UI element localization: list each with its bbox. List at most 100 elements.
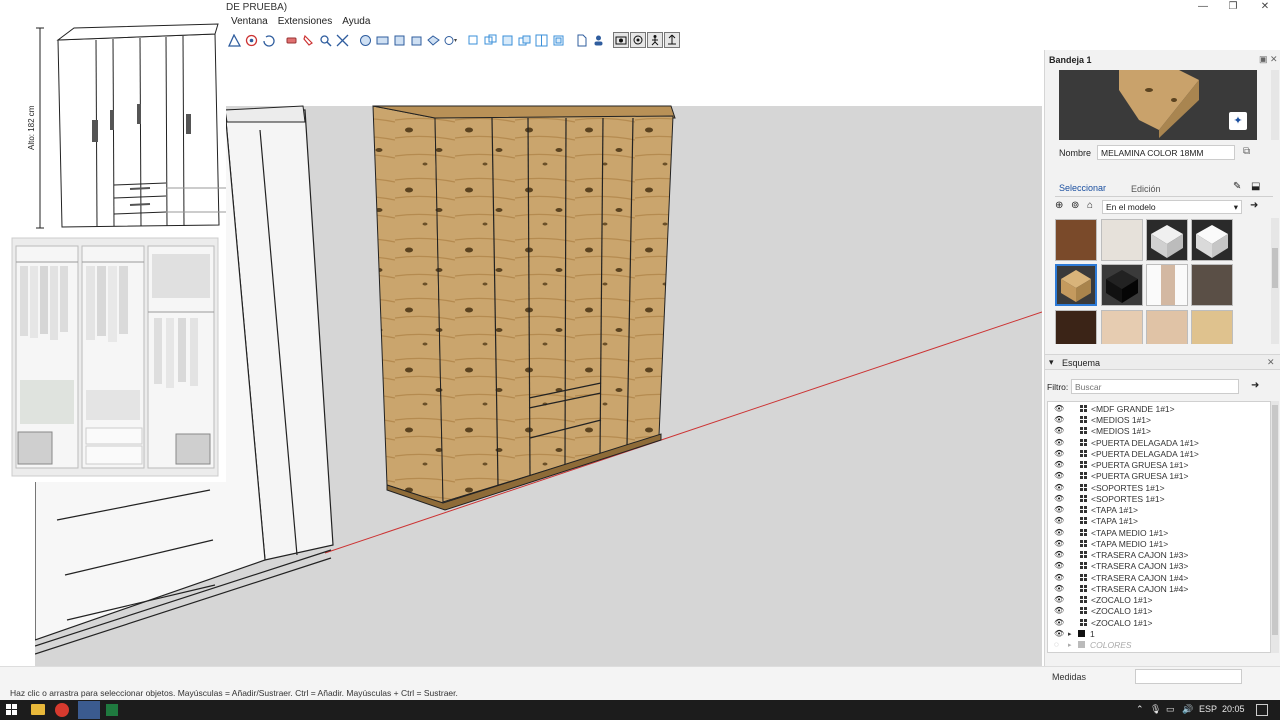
swatch-beige-strip[interactable] (1146, 264, 1188, 306)
collapse-icon[interactable]: ▾ (1049, 357, 1054, 368)
swatch-dark-wood[interactable] (1055, 310, 1097, 344)
tree-item[interactable]: 👁 <TRASERA CAJON 1#4> (1048, 572, 1268, 583)
tree-item[interactable]: 👁 <MEDIOS 1#1> (1048, 425, 1268, 436)
eraser-tool-icon[interactable] (283, 32, 299, 48)
outliner-details-icon[interactable]: ➜ (1251, 380, 1259, 391)
position-camera-icon[interactable] (664, 32, 680, 48)
tree-group[interactable]: 👁 ▸ 1 (1048, 628, 1268, 639)
view-iso-icon[interactable] (357, 32, 373, 48)
zoom-tool-icon[interactable] (317, 32, 333, 48)
minimize-button[interactable]: — (1188, 0, 1218, 15)
visibility-icon[interactable]: 👁 (1054, 539, 1064, 548)
visibility-icon[interactable]: 👁 (1054, 415, 1064, 424)
tree-item[interactable]: 👁 <ZOCALO 1#1> (1048, 594, 1268, 605)
tray-chevron-icon[interactable]: ⌃ (1136, 704, 1144, 715)
outliner-header[interactable]: ▾ Esquema ✕ (1045, 354, 1280, 370)
swatch-walnut[interactable] (1055, 219, 1097, 261)
visibility-icon[interactable]: 👁 (1054, 426, 1064, 435)
visibility-icon[interactable]: 👁 (1054, 505, 1064, 514)
tree-item[interactable]: 👁 <TRASERA CAJON 1#3> (1048, 560, 1268, 571)
browser-icon[interactable] (55, 703, 69, 717)
tab-edit[interactable]: Edición (1131, 184, 1161, 194)
visibility-icon[interactable]: 👁 (1054, 584, 1064, 593)
expand-arrow-icon[interactable]: ▸ (1068, 641, 1076, 649)
swatch-birch[interactable] (1146, 310, 1188, 344)
visibility-icon[interactable]: 👁 (1054, 449, 1064, 458)
axes-tool-icon[interactable] (226, 32, 242, 48)
view-top-icon[interactable] (374, 32, 390, 48)
section-layers-icon[interactable] (550, 32, 566, 48)
visibility-icon[interactable]: 👁 (1054, 550, 1064, 559)
tree-item[interactable]: 👁 <TAPA MEDIO 1#1> (1048, 527, 1268, 538)
wood-wardrobe[interactable] (372, 105, 676, 511)
filter-input[interactable] (1071, 379, 1239, 394)
windows-start-icon[interactable] (6, 704, 18, 716)
paint-tool-icon[interactable] (300, 32, 316, 48)
tree-item[interactable]: 👁 <PUERTA GRUESA 1#1> (1048, 459, 1268, 470)
walk-tool-icon[interactable] (647, 32, 663, 48)
visibility-icon[interactable]: 👁 (1054, 460, 1064, 469)
section-cut-icon[interactable] (499, 32, 515, 48)
visibility-icon[interactable]: 👁 (1054, 404, 1064, 413)
visibility-icon[interactable]: 👁 (1054, 595, 1064, 604)
tree-item[interactable]: 👁 <PUERTA DELAGADA 1#1> (1048, 448, 1268, 459)
zoom-extents-icon[interactable] (334, 32, 350, 48)
swatch-pine[interactable] (1191, 310, 1233, 344)
volume-icon[interactable]: 🔊 (1182, 704, 1193, 715)
swatch-scrollbar[interactable] (1271, 218, 1279, 344)
create-material-icon[interactable]: ✦ (1229, 112, 1247, 130)
collection-select[interactable]: En el modelo ▾ (1102, 200, 1242, 214)
home-icon[interactable]: ⌂ (1087, 200, 1093, 211)
look-around-icon[interactable] (630, 32, 646, 48)
visibility-icon[interactable]: 👁 (1054, 606, 1064, 615)
visibility-icon[interactable]: 👁 (1054, 494, 1064, 503)
tree-item[interactable]: 👁 <TRASERA CAJON 1#3> (1048, 549, 1268, 560)
camera-tool-icon[interactable] (613, 32, 629, 48)
section-grid-icon[interactable] (533, 32, 549, 48)
outliner-scrollbar[interactable] (1271, 401, 1279, 653)
pin-icon[interactable]: ▣ (1259, 54, 1268, 65)
rotate-tool-icon[interactable] (260, 32, 276, 48)
back-icon[interactable]: ⊕ (1055, 200, 1063, 211)
sample-paint-icon[interactable]: ⬓ (1251, 181, 1260, 192)
eyedropper-icon[interactable]: ✎ (1233, 181, 1241, 192)
visibility-icon[interactable]: 👁 (1054, 618, 1064, 627)
tree-item[interactable]: 👁 <MDF GRANDE 1#1> (1048, 403, 1268, 414)
user-icon[interactable] (590, 32, 606, 48)
orbit-tool-icon[interactable] (243, 32, 259, 48)
tree-item[interactable]: 👁 <ZOCALO 1#1> (1048, 605, 1268, 616)
hidden-icon[interactable]: ◌ (1054, 640, 1064, 649)
measurements-input[interactable] (1135, 669, 1242, 684)
tree-item[interactable]: 👁 <TAPA 1#1> (1048, 515, 1268, 526)
tray-close-icon[interactable]: ✕ (1270, 54, 1278, 65)
microphone-icon[interactable]: 🎙 (1150, 704, 1161, 715)
expand-arrow-icon[interactable]: ▸ (1068, 630, 1076, 638)
tree-item[interactable]: 👁 <MEDIOS 1#1> (1048, 414, 1268, 425)
section-fill-icon[interactable] (516, 32, 532, 48)
scenes-dropdown-icon[interactable] (442, 32, 458, 48)
visibility-icon[interactable]: 👁 (1054, 561, 1064, 570)
swatch-melamina-selected[interactable] (1055, 264, 1097, 306)
tree-item[interactable]: 👁 <ZOCALO 1#1> (1048, 617, 1268, 628)
notifications-icon[interactable] (1256, 704, 1268, 716)
tree-item[interactable]: 👁 <TRASERA CAJON 1#4> (1048, 583, 1268, 594)
swatch-white-cube[interactable] (1191, 219, 1233, 261)
view-front-icon[interactable] (391, 32, 407, 48)
duplicate-material-icon[interactable]: ⧉ (1243, 146, 1250, 157)
menu-extensiones[interactable]: Extensiones (273, 15, 337, 30)
visibility-icon[interactable]: 👁 (1054, 528, 1064, 537)
language-indicator[interactable]: ESP (1199, 704, 1217, 714)
restore-button[interactable]: ❐ (1218, 0, 1248, 15)
close-button[interactable]: ✕ (1250, 0, 1280, 15)
swatch-light-maple[interactable] (1101, 310, 1143, 344)
visibility-icon[interactable]: 👁 (1054, 471, 1064, 480)
tree-item[interactable]: 👁 <SOPORTES 1#1> (1048, 482, 1268, 493)
visibility-icon[interactable]: 👁 (1054, 438, 1064, 447)
swatch-white-cube-dark[interactable] (1146, 219, 1188, 261)
visibility-icon[interactable]: 👁 (1054, 629, 1064, 638)
details-icon[interactable]: ➜ (1250, 200, 1258, 211)
sketchup-taskbar-icon[interactable] (78, 701, 100, 719)
swatch-black-cube[interactable] (1101, 264, 1143, 306)
menu-ventana[interactable]: Ventana (226, 15, 273, 30)
section-plane-icon[interactable] (465, 32, 481, 48)
